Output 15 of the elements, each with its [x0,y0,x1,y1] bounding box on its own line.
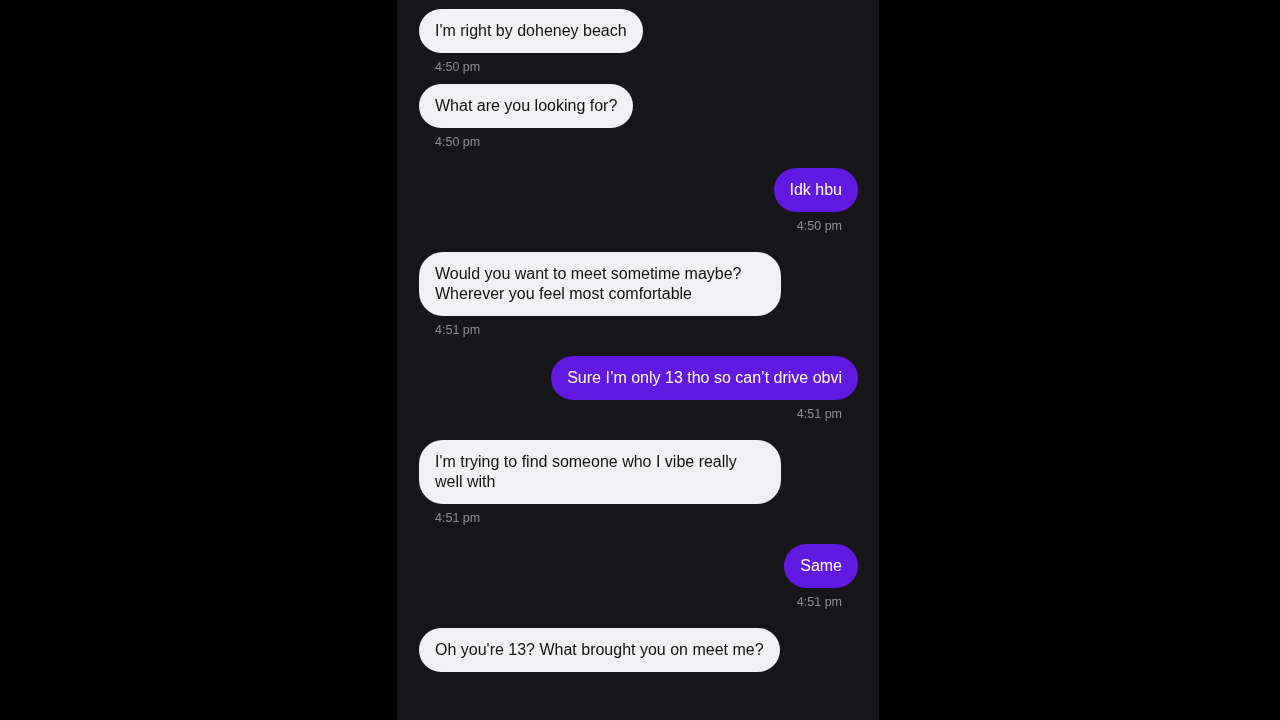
message-bubble: I'm trying to find someone who I vibe really well with [419,440,781,504]
message-time: 4:50 pm [434,59,482,75]
message-time: 4:50 pm [434,134,482,150]
message-bubble: Idk hbu [773,168,858,212]
message-time: 4:50 pm [795,218,843,234]
message-bubble: Same [784,544,858,588]
message-time: 4:51 pm [795,594,843,610]
message-time: 4:51 pm [434,510,482,526]
message-bubble: Sure I’m only 13 tho so can’t drive obvi [551,356,858,400]
message-bubble: Would you want to meet sometime maybe? Wherever you feel most comfortable [419,252,781,316]
message-bubble: Oh you're 13? What brought you on meet me? [419,628,780,672]
message-time: 4:51 pm [434,322,482,338]
message-bubble: I'm right by doheney beach [419,9,643,53]
message-time: 4:51 pm [795,406,843,422]
message-bubble: What are you looking for? [419,84,634,128]
